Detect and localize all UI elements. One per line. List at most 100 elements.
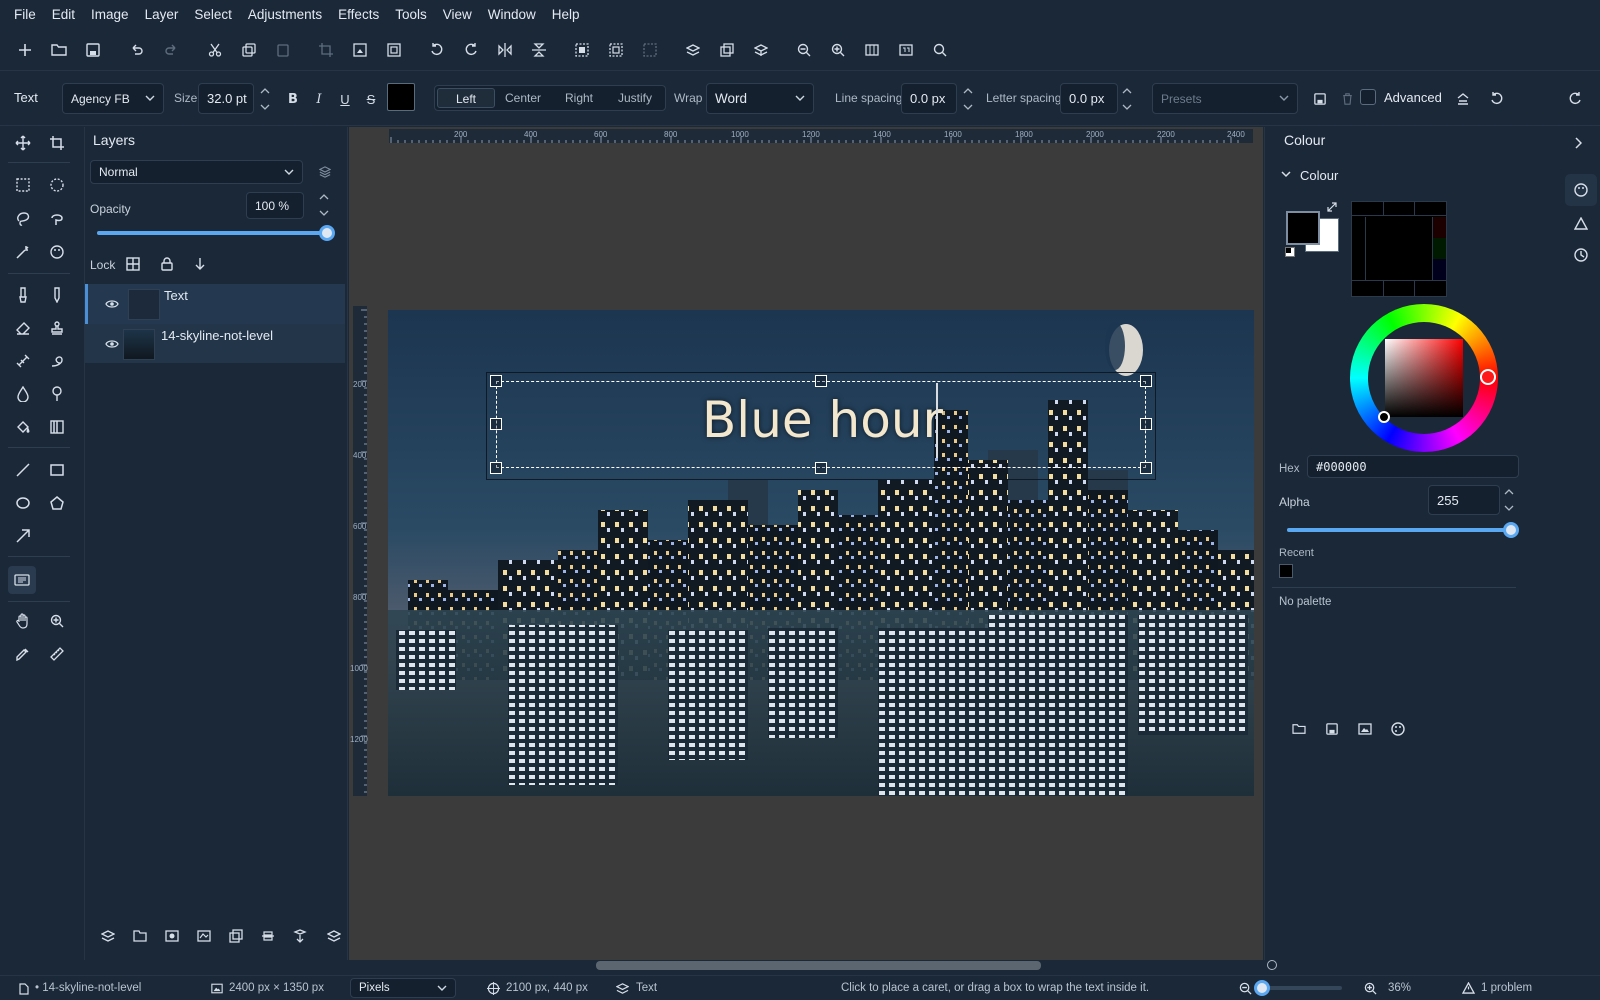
redo-icon[interactable] — [159, 38, 183, 62]
palette-from-image-icon[interactable] — [1356, 720, 1374, 738]
open-palette-icon[interactable] — [1290, 720, 1308, 738]
copy-icon[interactable] — [237, 38, 261, 62]
lock-position-icon[interactable] — [191, 255, 209, 273]
ellipse-tool-icon[interactable] — [10, 490, 36, 516]
menu-tools[interactable]: Tools — [387, 0, 435, 30]
primary-color-swatch[interactable] — [1286, 211, 1320, 245]
zoom-slider[interactable] — [1254, 980, 1342, 996]
align-justify-button[interactable]: Justify — [607, 88, 663, 108]
dodge-tool-icon[interactable] — [44, 381, 70, 407]
menu-window[interactable]: Window — [480, 0, 544, 30]
crop-selection-icon[interactable] — [314, 38, 338, 62]
font-size-input[interactable]: 32.0 pt — [198, 83, 254, 114]
strikethrough-button[interactable]: S — [360, 88, 382, 110]
opacity-slider-knob[interactable] — [319, 225, 335, 241]
delete-preset-icon[interactable] — [1336, 88, 1358, 110]
save-preset-icon[interactable] — [1309, 88, 1331, 110]
menu-effects[interactable]: Effects — [330, 0, 387, 30]
ellipse-select-tool-icon[interactable] — [44, 172, 70, 198]
letter-spacing-input[interactable]: 0.0 px — [1060, 83, 1118, 114]
resize-handle-sw[interactable] — [490, 462, 502, 474]
colour-section-label[interactable]: Colour — [1300, 168, 1338, 183]
palette-icon[interactable] — [1389, 720, 1407, 738]
opacity-stepper[interactable] — [318, 191, 330, 219]
paste-icon[interactable] — [271, 38, 295, 62]
add-layer-icon[interactable] — [99, 927, 117, 945]
opacity-slider[interactable] — [97, 225, 335, 241]
align-center-button[interactable]: Center — [495, 88, 551, 108]
canvas-size-icon[interactable] — [382, 38, 406, 62]
menu-help[interactable]: Help — [544, 0, 588, 30]
line-spacing-stepper[interactable] — [962, 85, 974, 113]
open-folder-icon[interactable] — [47, 38, 71, 62]
horizontal-scrollbar-thumb[interactable] — [596, 961, 1041, 970]
chevron-down-icon[interactable] — [1279, 167, 1293, 181]
letter-spacing-stepper[interactable] — [1121, 85, 1133, 113]
blend-mode-select[interactable]: Normal — [90, 160, 303, 184]
rect-select-tool-icon[interactable] — [10, 172, 36, 198]
arrow-tool-icon[interactable] — [10, 523, 36, 549]
rotate-left-icon[interactable] — [425, 38, 449, 62]
merge-layer-icon[interactable] — [749, 38, 773, 62]
colour-tab-button[interactable] — [1565, 174, 1597, 206]
menu-adjustments[interactable]: Adjustments — [240, 0, 330, 30]
ruler-tool-icon[interactable] — [44, 641, 70, 667]
duplicate-layer-icon[interactable] — [227, 927, 245, 945]
color-select-tool-icon[interactable] — [44, 239, 70, 265]
zoom-out-icon[interactable] — [1238, 981, 1252, 995]
resize-handle-e[interactable] — [1140, 418, 1152, 430]
sv-handle[interactable] — [1378, 411, 1390, 423]
eraser-tool-icon[interactable] — [10, 315, 36, 341]
flatten-icon[interactable] — [325, 927, 343, 945]
alpha-slider-knob[interactable] — [1503, 522, 1519, 538]
undo-icon[interactable] — [125, 38, 149, 62]
reset-icon[interactable] — [1486, 88, 1508, 110]
polygon-tool-icon[interactable] — [44, 490, 70, 516]
flip-vertical-icon[interactable] — [527, 38, 551, 62]
hand-tool-icon[interactable] — [10, 608, 36, 634]
wrap-select[interactable]: Word — [706, 83, 814, 114]
add-group-icon[interactable] — [131, 927, 149, 945]
text-color-swatch[interactable] — [387, 83, 415, 111]
add-layer-icon[interactable] — [681, 38, 705, 62]
chevron-right-icon[interactable] — [1570, 135, 1586, 151]
fit-window-icon[interactable] — [860, 38, 884, 62]
select-all-icon[interactable] — [570, 38, 594, 62]
italic-button[interactable]: I — [308, 88, 330, 110]
bold-button[interactable]: B — [282, 88, 304, 110]
resize-image-icon[interactable] — [348, 38, 372, 62]
warning-tab-icon[interactable] — [1572, 214, 1590, 232]
alpha-slider[interactable] — [1287, 522, 1519, 538]
alpha-stepper[interactable] — [1503, 486, 1515, 514]
line-tool-icon[interactable] — [10, 457, 36, 483]
underline-button[interactable]: U — [334, 88, 356, 110]
refresh-icon[interactable] — [1564, 88, 1586, 110]
advanced-checkbox[interactable] — [1360, 89, 1376, 105]
lock-transparency-icon[interactable] — [124, 255, 142, 273]
deselect-icon[interactable] — [638, 38, 662, 62]
commit-text-icon[interactable] — [1452, 88, 1474, 110]
align-left-button[interactable]: Left — [437, 88, 495, 108]
flip-horizontal-icon[interactable] — [493, 38, 517, 62]
lasso-tool-icon[interactable] — [10, 206, 36, 232]
font-family-select[interactable]: Agency FB — [62, 83, 164, 114]
eyedropper-tool-icon[interactable] — [10, 641, 36, 667]
lock-icon[interactable] — [158, 255, 176, 273]
pencil-tool-icon[interactable] — [44, 282, 70, 308]
search-icon[interactable] — [928, 38, 952, 62]
magic-wand-tool-icon[interactable] — [10, 239, 36, 265]
navigator-corner-icon[interactable] — [1267, 960, 1277, 970]
resize-handle-nw[interactable] — [490, 375, 502, 387]
new-icon[interactable] — [13, 38, 37, 62]
menu-file[interactable]: File — [6, 0, 44, 30]
history-icon[interactable] — [1572, 246, 1590, 264]
blur-tool-icon[interactable] — [10, 381, 36, 407]
resize-handle-s[interactable] — [815, 462, 827, 474]
units-select[interactable]: Pixels — [350, 978, 456, 998]
brush-tool-icon[interactable] — [10, 282, 36, 308]
align-right-button[interactable]: Right — [551, 88, 607, 108]
move-tool-icon[interactable] — [10, 130, 36, 156]
font-size-stepper[interactable] — [259, 85, 271, 113]
rotate-right-icon[interactable] — [459, 38, 483, 62]
menu-select[interactable]: Select — [186, 0, 240, 30]
